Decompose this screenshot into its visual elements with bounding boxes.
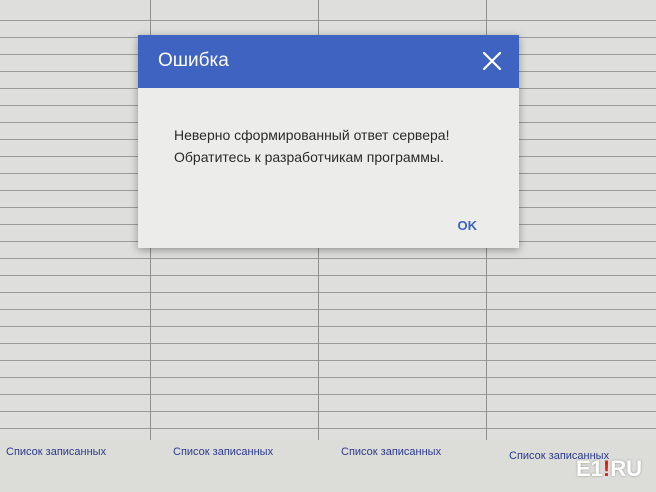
error-message-line: Обратитесь к разработчикам программы. (174, 149, 444, 165)
ok-button[interactable]: OK (452, 216, 484, 235)
e1-logo: E1 ! RU (576, 456, 642, 482)
dialog-header: Ошибка (138, 35, 519, 88)
footer-link-list[interactable]: Список записанных (173, 446, 273, 458)
dialog-title: Ошибка (158, 50, 229, 71)
footer-link-list[interactable]: Список записанных (341, 446, 441, 458)
error-message-line: Неверно сформированный ответ сервера! (174, 127, 450, 143)
close-button[interactable] (479, 48, 505, 74)
logo-text: RU (610, 456, 642, 481)
footer-link-list[interactable]: Список записанных (6, 446, 106, 458)
error-dialog: Ошибка Неверно сформированный ответ серв… (138, 35, 519, 248)
close-icon (482, 51, 502, 71)
error-message: Неверно сформированный ответ сервера! Об… (174, 124, 504, 168)
logo-text: E1 (575, 456, 603, 481)
